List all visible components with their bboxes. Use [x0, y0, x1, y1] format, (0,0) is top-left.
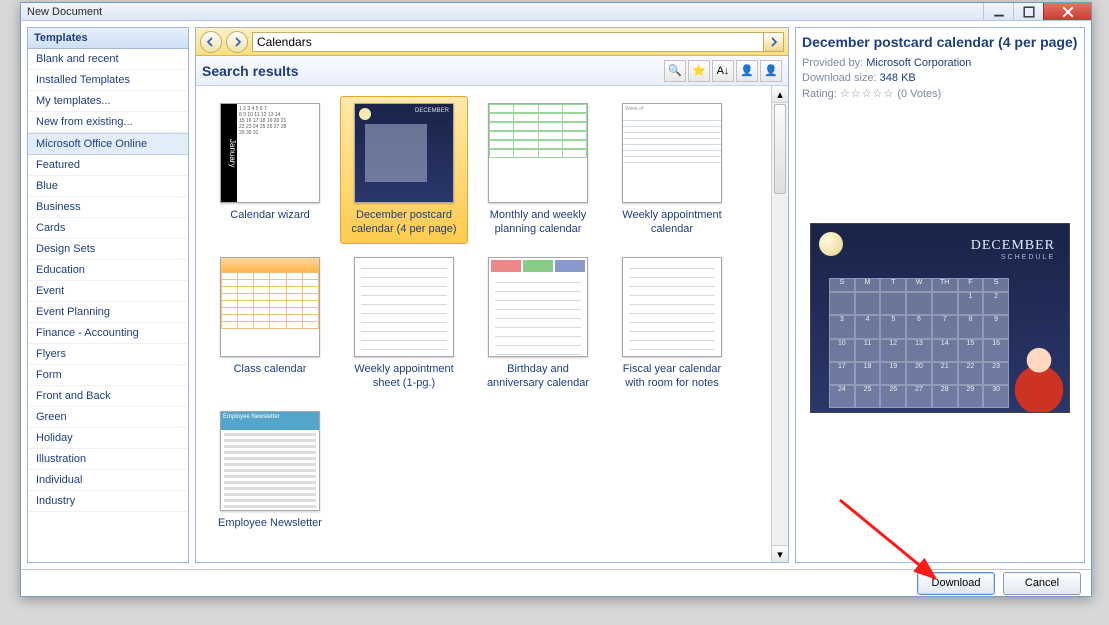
- user-view-icon[interactable]: 👤: [736, 60, 758, 82]
- tile-thumbnail: [488, 257, 588, 357]
- tile-caption: December postcard calendar (4 per page): [345, 209, 463, 237]
- tile-caption: Class calendar: [234, 363, 307, 391]
- template-tile[interactable]: Monthly and weekly planning calendar: [474, 96, 602, 244]
- nav-back-button[interactable]: [200, 31, 222, 53]
- search-view-icon[interactable]: 🔍: [664, 60, 686, 82]
- sidebar-item[interactable]: Form: [28, 365, 188, 386]
- sidebar-item[interactable]: Event: [28, 281, 188, 302]
- tile-caption: Birthday and anniversary calendar: [479, 363, 597, 391]
- window-buttons: [983, 3, 1091, 20]
- tile-caption: Fiscal year calendar with room for notes: [613, 363, 731, 391]
- main-panel: Search results 🔍 ⭐ A↓ 👤 👤 January1 2 3 4…: [195, 27, 789, 563]
- template-tile[interactable]: January1 2 3 4 5 6 78 9 10 11 12 13 1415…: [206, 96, 334, 244]
- sidebar-item[interactable]: Individual: [28, 470, 188, 491]
- tile-thumbnail: Week of: [622, 103, 722, 203]
- provided-by: Provided by: Microsoft Corporation: [802, 57, 1078, 69]
- address-bar: [252, 32, 784, 52]
- download-button[interactable]: Download: [917, 572, 995, 595]
- detail-preview: DECEMBER SCHEDULE SMTWTHFS12345678910111…: [810, 223, 1070, 413]
- sidebar-item[interactable]: Education: [28, 260, 188, 281]
- dialog-content: Templates Blank and recentInstalled Temp…: [21, 21, 1091, 569]
- cancel-button[interactable]: Cancel: [1003, 572, 1081, 595]
- tile-thumbnail: [488, 103, 588, 203]
- nav-forward-button[interactable]: [226, 31, 248, 53]
- results-area: January1 2 3 4 5 6 78 9 10 11 12 13 1415…: [196, 86, 788, 562]
- detail-title: December postcard calendar (4 per page): [802, 34, 1078, 51]
- sidebar-item[interactable]: Illustration: [28, 449, 188, 470]
- tile-thumbnail: DECEMBER: [354, 103, 454, 203]
- results-grid[interactable]: January1 2 3 4 5 6 78 9 10 11 12 13 1415…: [196, 86, 771, 562]
- sidebar-item[interactable]: Blue: [28, 176, 188, 197]
- rating: Rating: ☆☆☆☆☆ (0 Votes): [802, 87, 1078, 100]
- tile-thumbnail: Employee Newsletter: [220, 411, 320, 511]
- admin-view-icon[interactable]: 👤: [760, 60, 782, 82]
- sidebar-item[interactable]: Design Sets: [28, 239, 188, 260]
- template-tile[interactable]: Class calendar: [206, 250, 334, 398]
- results-header: Search results 🔍 ⭐ A↓ 👤 👤: [196, 56, 788, 86]
- tile-caption: Weekly appointment calendar: [613, 209, 731, 237]
- sidebar-item[interactable]: Holiday: [28, 428, 188, 449]
- tile-thumbnail: [622, 257, 722, 357]
- maximize-button[interactable]: [1013, 3, 1043, 20]
- preview-calendar-grid: SMTWTHFS12345678910111213141516171819202…: [829, 278, 1009, 408]
- view-toolbar: 🔍 ⭐ A↓ 👤 👤: [664, 60, 782, 82]
- close-button[interactable]: [1043, 3, 1091, 20]
- scroll-down-icon[interactable]: ▾: [772, 545, 788, 562]
- results-scrollbar[interactable]: ▴ ▾: [771, 86, 788, 562]
- sidebar-item[interactable]: Installed Templates: [28, 70, 188, 91]
- go-button[interactable]: [763, 33, 783, 51]
- scroll-thumb[interactable]: [774, 104, 786, 194]
- template-tile[interactable]: Employee Newsletter Employee Newsletter: [206, 404, 334, 552]
- templates-sidebar: Templates Blank and recentInstalled Temp…: [27, 27, 189, 563]
- download-size: Download size: 348 KB: [802, 72, 1078, 84]
- sidebar-item[interactable]: Front and Back: [28, 386, 188, 407]
- tile-caption: Employee Newsletter: [218, 517, 322, 545]
- tile-thumbnail: January1 2 3 4 5 6 78 9 10 11 12 13 1415…: [220, 103, 320, 203]
- tile-thumbnail: [354, 257, 454, 357]
- star-icons: ☆☆☆☆☆: [840, 88, 894, 100]
- detail-panel: December postcard calendar (4 per page) …: [795, 27, 1085, 563]
- titlebar: New Document: [21, 3, 1091, 21]
- new-document-dialog: New Document Templates Blank and recentI…: [20, 2, 1092, 597]
- tile-caption: Monthly and weekly planning calendar: [479, 209, 597, 237]
- sort-view-icon[interactable]: A↓: [712, 60, 734, 82]
- sidebar-header: Templates: [28, 28, 188, 49]
- tile-caption: Weekly appointment sheet (1-pg.): [345, 363, 463, 391]
- nav-bar: [196, 28, 788, 56]
- minimize-button[interactable]: [983, 3, 1013, 20]
- dialog-footer: Download Cancel: [21, 569, 1091, 596]
- template-tile[interactable]: Week of Weekly appointment calendar: [608, 96, 736, 244]
- address-input[interactable]: [253, 35, 763, 49]
- santa-icon: [1009, 338, 1069, 412]
- window-title: New Document: [27, 6, 102, 18]
- sidebar-item[interactable]: Business: [28, 197, 188, 218]
- template-tile[interactable]: Birthday and anniversary calendar: [474, 250, 602, 398]
- sidebar-item[interactable]: Event Planning: [28, 302, 188, 323]
- sidebar-item[interactable]: Blank and recent: [28, 49, 188, 70]
- results-heading: Search results: [202, 63, 299, 79]
- template-tile[interactable]: Fiscal year calendar with room for notes: [608, 250, 736, 398]
- scroll-up-icon[interactable]: ▴: [772, 86, 788, 103]
- sidebar-item[interactable]: Green: [28, 407, 188, 428]
- tile-caption: Calendar wizard: [230, 209, 309, 237]
- sidebar-item[interactable]: Finance - Accounting: [28, 323, 188, 344]
- sidebar-item[interactable]: New from existing...: [28, 112, 188, 133]
- sidebar-list[interactable]: Blank and recentInstalled TemplatesMy te…: [28, 49, 188, 562]
- sidebar-item[interactable]: Cards: [28, 218, 188, 239]
- sidebar-item[interactable]: Featured: [28, 155, 188, 176]
- favorite-view-icon[interactable]: ⭐: [688, 60, 710, 82]
- sidebar-item[interactable]: Industry: [28, 491, 188, 512]
- sidebar-item[interactable]: Microsoft Office Online: [28, 133, 188, 155]
- sidebar-item[interactable]: Flyers: [28, 344, 188, 365]
- template-tile[interactable]: Weekly appointment sheet (1-pg.): [340, 250, 468, 398]
- sidebar-item[interactable]: My templates...: [28, 91, 188, 112]
- tile-thumbnail: [220, 257, 320, 357]
- template-tile[interactable]: DECEMBER December postcard calendar (4 pe…: [340, 96, 468, 244]
